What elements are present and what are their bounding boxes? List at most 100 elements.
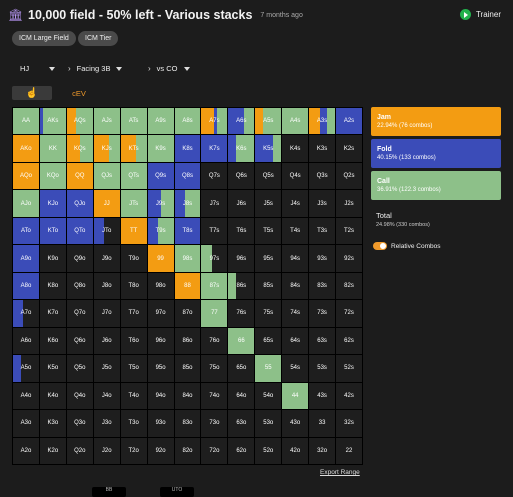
hand-cell[interactable]: 55 [255, 355, 282, 382]
hand-cell[interactable]: T4s [282, 217, 309, 245]
hand-cell[interactable]: K7s [201, 135, 228, 162]
hand-cell[interactable]: 84s [282, 272, 309, 300]
hand-cell[interactable]: 52o [255, 437, 282, 464]
hand-cell[interactable]: 54o [255, 382, 282, 410]
hand-cell[interactable]: 43o [282, 410, 309, 437]
hand-cell[interactable]: Q8o [66, 272, 93, 300]
hand-cell[interactable]: 76s [228, 300, 255, 327]
hand-cell[interactable]: 86o [174, 327, 201, 355]
hand-cell[interactable]: T6s [228, 217, 255, 245]
hand-cell[interactable]: A6o [13, 327, 39, 355]
hand-cell[interactable]: Q4s [282, 162, 309, 190]
hand-cell[interactable]: J2s [336, 190, 362, 217]
hand-cell[interactable]: 85o [174, 355, 201, 382]
hand-cell[interactable]: A9o [13, 245, 39, 272]
hand-cell[interactable]: ATo [13, 217, 39, 245]
hand-cell[interactable]: KTo [39, 217, 66, 245]
hand-cell[interactable]: AQs [66, 108, 93, 135]
hand-cell[interactable]: KK [39, 135, 66, 162]
trainer-button[interactable]: Trainer [459, 9, 501, 20]
hand-cell[interactable]: AJs [93, 108, 120, 135]
hand-cell[interactable]: Q3s [309, 162, 336, 190]
hand-cell[interactable]: 64o [228, 382, 255, 410]
relative-combos-toggle[interactable]: Relative Combos [373, 242, 441, 250]
hand-cell[interactable]: 85s [255, 272, 282, 300]
hand-cell[interactable]: KQs [66, 135, 93, 162]
hand-cell[interactable]: 74s [282, 300, 309, 327]
hand-cell[interactable]: 74o [201, 382, 228, 410]
hand-cell[interactable]: K4o [39, 382, 66, 410]
hand-cell[interactable]: 54s [282, 355, 309, 382]
tab-strategy[interactable]: ☝ [12, 86, 52, 100]
hand-cell[interactable]: J6s [228, 190, 255, 217]
hand-cell[interactable]: J7s [201, 190, 228, 217]
hand-cell[interactable]: 92o [147, 437, 174, 464]
hand-cell[interactable]: 95s [255, 245, 282, 272]
hand-cell[interactable]: 22 [336, 437, 362, 464]
hand-cell[interactable]: A7o [13, 300, 39, 327]
hand-cell[interactable]: T5s [255, 217, 282, 245]
hand-cell[interactable]: J3s [309, 190, 336, 217]
hand-cell[interactable]: J2o [93, 437, 120, 464]
hand-cell[interactable]: QTs [120, 162, 147, 190]
hand-cell[interactable]: 84o [174, 382, 201, 410]
hand-cell[interactable]: Q2s [336, 162, 362, 190]
facing-select[interactable]: › Facing 3B [68, 64, 123, 73]
hand-cell[interactable]: 53s [309, 355, 336, 382]
hand-cell[interactable]: 94o [147, 382, 174, 410]
hand-cell[interactable]: A3o [13, 410, 39, 437]
hand-cell[interactable]: K9o [39, 245, 66, 272]
hand-cell[interactable]: 53o [255, 410, 282, 437]
hand-cell[interactable]: A5o [13, 355, 39, 382]
hand-cell[interactable]: 65s [255, 327, 282, 355]
hand-cell[interactable]: J4s [282, 190, 309, 217]
hand-cell[interactable]: QJs [93, 162, 120, 190]
hand-cell[interactable]: K6o [39, 327, 66, 355]
hand-cell[interactable]: AKo [13, 135, 39, 162]
hand-cell[interactable]: J4o [93, 382, 120, 410]
hand-cell[interactable]: 95o [147, 355, 174, 382]
hand-cell[interactable]: AA [13, 108, 39, 135]
hand-cell[interactable]: QJo [66, 190, 93, 217]
hand-cell[interactable]: K2s [336, 135, 362, 162]
hand-cell[interactable]: 65o [228, 355, 255, 382]
hand-cell[interactable]: J7o [93, 300, 120, 327]
hand-cell[interactable]: K3s [309, 135, 336, 162]
hand-cell[interactable]: 75s [255, 300, 282, 327]
hand-cell[interactable]: T8o [120, 272, 147, 300]
hand-cell[interactable]: J8s [174, 190, 201, 217]
hand-cell[interactable]: Q6s [228, 162, 255, 190]
versus-select[interactable]: › vs CO [148, 64, 190, 73]
hand-cell[interactable]: 83s [309, 272, 336, 300]
hand-cell[interactable]: 63o [228, 410, 255, 437]
hand-cell[interactable]: K6s [228, 135, 255, 162]
hand-cell[interactable]: 93o [147, 410, 174, 437]
hand-cell[interactable]: 75o [201, 355, 228, 382]
hand-cell[interactable]: J3o [93, 410, 120, 437]
hand-cell[interactable]: T2s [336, 217, 362, 245]
hand-cell[interactable]: Q2o [66, 437, 93, 464]
hand-cell[interactable]: 64s [282, 327, 309, 355]
hand-cell[interactable]: KJs [93, 135, 120, 162]
hand-cell[interactable]: J6o [93, 327, 120, 355]
hand-cell[interactable]: T5o [120, 355, 147, 382]
hand-cell[interactable]: AKs [39, 108, 66, 135]
hand-cell[interactable]: K5o [39, 355, 66, 382]
hand-cell[interactable]: Q7s [201, 162, 228, 190]
hand-cell[interactable]: A3s [309, 108, 336, 135]
hand-cell[interactable]: T6o [120, 327, 147, 355]
hand-cell[interactable]: 88 [174, 272, 201, 300]
hand-cell[interactable]: JJ [93, 190, 120, 217]
hand-cell[interactable]: QQ [66, 162, 93, 190]
hand-cell[interactable]: KQo [39, 162, 66, 190]
hand-cell[interactable]: 99 [147, 245, 174, 272]
hand-cell[interactable]: K3o [39, 410, 66, 437]
hand-cell[interactable]: J5s [255, 190, 282, 217]
hand-cell[interactable]: 32o [309, 437, 336, 464]
hand-cell[interactable]: T9s [147, 217, 174, 245]
hand-cell[interactable]: 33 [309, 410, 336, 437]
tab-cev[interactable]: cEV [66, 86, 92, 100]
hand-cell[interactable]: T3s [309, 217, 336, 245]
hand-cell[interactable]: AJo [13, 190, 39, 217]
hand-cell[interactable]: T7o [120, 300, 147, 327]
